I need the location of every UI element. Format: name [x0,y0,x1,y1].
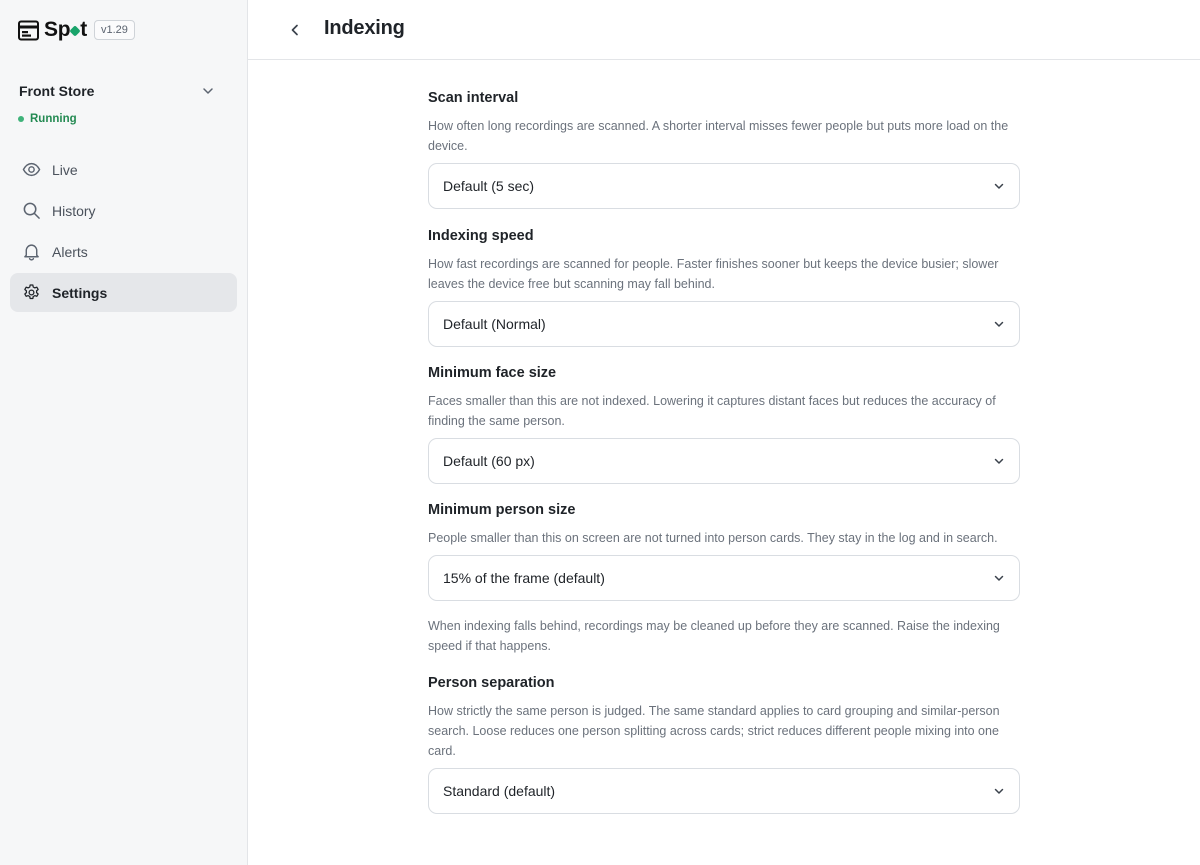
min-face-size-title: Minimum face size [428,365,557,381]
chevron-down-icon [994,788,1004,794]
min-person-size-description: People smaller than this on screen are n… [428,531,998,545]
chevron-left-icon [291,24,298,36]
chevron-down-icon [994,458,1004,464]
store-name: Front Store [19,83,95,99]
min-face-size-description: Faces smaller than this are not indexed.… [428,394,996,428]
version-badge: v1.29 [93,20,135,40]
scan-interval-select[interactable]: Default (5 sec) [428,163,1020,209]
nav-label-settings: Settings [52,284,108,301]
status-text: Running [30,113,77,125]
gear-icon [24,284,39,300]
min-person-size-value: 15% of the frame (default) [443,570,605,586]
scan-interval-description: How often long recordings are scanned. A… [428,119,1009,153]
page-header: Indexing [248,0,1200,60]
nav-item-settings[interactable]: Settings [10,273,237,312]
chevron-down-icon [203,88,213,94]
search-icon [23,202,40,219]
indexing-note: When indexing falls behind, recordings m… [428,619,1000,653]
person-separation-title: Person separation [428,675,555,691]
app-name: Sp t [44,18,87,41]
min-person-size-select[interactable]: 15% of the frame (default) [428,555,1020,601]
nav-item-history[interactable]: History [10,191,237,230]
nav-label-alerts: Alerts [52,243,88,260]
sidebar-nav: Live History Alerts Settings [10,150,237,314]
chevron-down-icon [994,575,1004,581]
back-button[interactable] [283,18,307,42]
status-dot-icon [18,116,24,122]
bell-icon [24,244,39,261]
scan-interval-title: Scan interval [428,90,519,106]
chevron-down-icon [994,183,1004,189]
chevron-down-icon [994,321,1004,327]
app-logo-icon [18,20,39,40]
nav-label-live: Live [52,161,78,178]
eye-icon [22,162,41,177]
min-face-size-select[interactable]: Default (60 px) [428,438,1020,484]
person-separation-select[interactable]: Standard (default) [428,768,1020,814]
person-separation-description: How strictly the same person is judged. … [428,704,1000,758]
sidebar: Sp t v1.29 Front Store Running Live Histo… [0,0,248,865]
min-face-size-value: Default (60 px) [443,453,535,469]
indexing-speed-value: Default (Normal) [443,316,546,332]
nav-item-alerts[interactable]: Alerts [10,232,237,271]
store-status: Running [18,113,77,125]
scan-interval-value: Default (5 sec) [443,178,535,194]
indexing-speed-select[interactable]: Default (Normal) [428,301,1020,347]
indexing-speed-title: Indexing speed [428,228,534,244]
nav-label-history: History [52,202,96,219]
person-separation-value: Standard (default) [443,783,556,799]
page-title: Indexing [324,17,405,39]
brand: Sp t v1.29 [18,17,135,43]
nav-item-live[interactable]: Live [10,150,237,189]
indexing-speed-description: How fast recordings are scanned for peop… [428,257,999,291]
min-person-size-title: Minimum person size [428,502,576,518]
store-selector[interactable]: Front Store [19,83,215,99]
